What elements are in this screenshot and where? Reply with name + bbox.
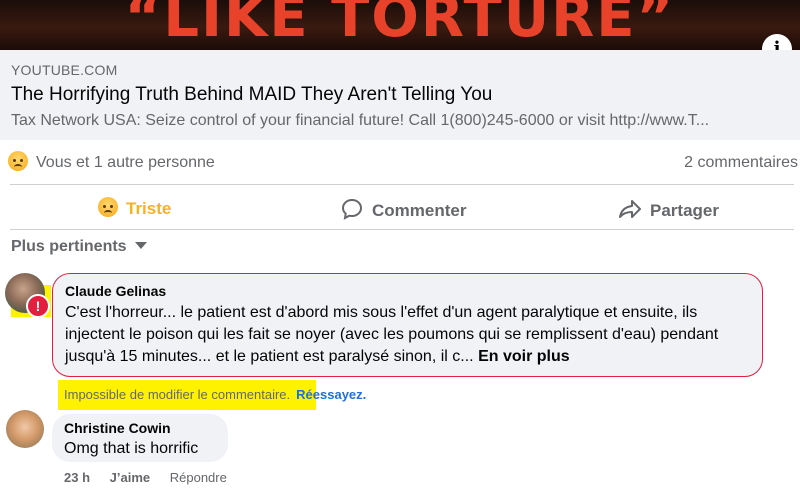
sad-emoji-icon bbox=[98, 197, 118, 217]
like-button[interactable]: J’aime bbox=[110, 470, 150, 485]
share-label: Partager bbox=[650, 201, 719, 220]
reply-button[interactable]: Répondre bbox=[170, 470, 227, 485]
comment-meta: 23 h J’aime Répondre bbox=[64, 470, 243, 485]
link-title[interactable]: The Horrifying Truth Behind MAID They Ar… bbox=[11, 84, 492, 106]
react-label: Triste bbox=[126, 199, 172, 218]
comment-author[interactable]: Claude Gelinas bbox=[65, 283, 750, 299]
react-button[interactable]: Triste bbox=[98, 197, 171, 219]
action-bar: Triste Commenter Partager bbox=[0, 185, 800, 229]
reaction-count[interactable]: Vous et 1 autre personne bbox=[36, 154, 215, 172]
share-button[interactable]: Partager bbox=[618, 197, 719, 221]
comment-text: Omg that is horrific bbox=[64, 440, 199, 457]
avatar[interactable] bbox=[6, 410, 44, 448]
error-message: Impossible de modifier le commentaire. bbox=[64, 387, 291, 402]
comment-icon bbox=[341, 198, 363, 220]
thumbnail-text: “LIKE TORTURE” bbox=[124, 0, 676, 50]
comment-button[interactable]: Commenter bbox=[340, 197, 466, 221]
sort-dropdown[interactable]: Plus pertinents bbox=[11, 238, 147, 256]
comment-author[interactable]: Christine Cowin bbox=[64, 420, 216, 436]
link-description: Tax Network USA: Seize control of your f… bbox=[11, 112, 710, 129]
divider bbox=[10, 229, 794, 230]
sort-label: Plus pertinents bbox=[11, 238, 127, 255]
comment-body: C'est l'horreur... le patient est d'abor… bbox=[65, 304, 719, 365]
sad-emoji-icon[interactable] bbox=[8, 151, 28, 171]
link-preview[interactable]: YOUTUBE.COM The Horrifying Truth Behind … bbox=[0, 50, 800, 140]
caret-down-icon bbox=[134, 242, 147, 249]
comment-text: C'est l'horreur... le patient est d'abor… bbox=[65, 302, 750, 368]
share-icon bbox=[619, 200, 641, 218]
see-more-link[interactable]: En voir plus bbox=[478, 348, 570, 365]
reactions-summary: Vous et 1 autre personne 2 commentaires bbox=[0, 140, 800, 184]
comment-bubble: Christine Cowin Omg that is horrific bbox=[52, 414, 228, 462]
error-icon: ! bbox=[26, 294, 50, 318]
retry-link[interactable]: Réessayez. bbox=[296, 387, 366, 402]
comment-label: Commenter bbox=[372, 201, 467, 220]
video-thumbnail[interactable]: “LIKE TORTURE” bbox=[0, 0, 800, 50]
comment-count[interactable]: 2 commentaires bbox=[684, 154, 798, 172]
edit-error: Impossible de modifier le commentaire. Ré… bbox=[64, 387, 366, 402]
link-domain: YOUTUBE.COM bbox=[11, 62, 118, 78]
comment-time[interactable]: 23 h bbox=[64, 470, 90, 485]
comment-bubble: Claude Gelinas C'est l'horreur... le pat… bbox=[52, 273, 763, 377]
